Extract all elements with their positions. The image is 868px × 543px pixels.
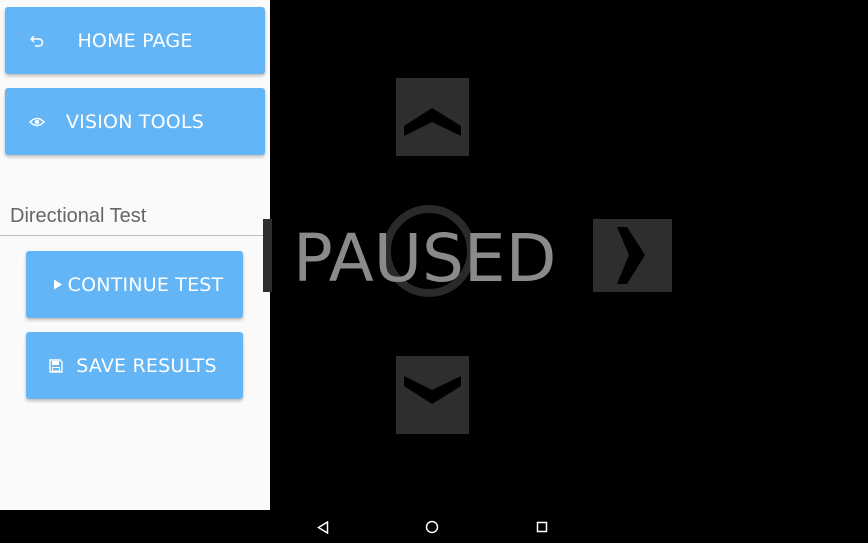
down-arrow-tile[interactable] — [396, 356, 469, 434]
section-title: Directional Test — [10, 205, 147, 227]
vision-tools-label: VISION TOOLS — [65, 110, 205, 133]
paused-overlay-text: PAUSED — [293, 220, 557, 297]
save-results-label: SAVE RESULTS — [76, 354, 217, 377]
home-circle-icon[interactable] — [423, 518, 441, 536]
eye-icon — [29, 114, 45, 130]
play-icon — [50, 277, 66, 293]
recents-square-icon[interactable] — [533, 518, 551, 536]
undo-arrow-icon — [29, 33, 45, 49]
section-divider — [0, 235, 270, 236]
back-triangle-icon[interactable] — [314, 518, 332, 536]
vision-tools-button[interactable]: VISION TOOLS — [5, 88, 265, 155]
save-results-button[interactable]: SAVE RESULTS — [26, 332, 243, 399]
chevron-up-icon — [404, 108, 461, 136]
chevron-down-icon — [404, 376, 461, 404]
navigation-drawer: HOME PAGE VISION TOOLS Directional Test … — [0, 0, 270, 510]
left-arrow-tile[interactable] — [263, 219, 272, 292]
continue-test-button[interactable]: CONTINUE TEST — [26, 251, 243, 318]
home-page-button[interactable]: HOME PAGE — [5, 7, 265, 74]
home-page-label: HOME PAGE — [77, 29, 193, 52]
system-navigation-bar — [0, 510, 868, 543]
chevron-right-icon — [617, 227, 645, 284]
right-arrow-tile[interactable] — [593, 219, 672, 292]
floppy-disk-icon — [48, 358, 64, 374]
continue-test-label: CONTINUE TEST — [67, 273, 224, 296]
up-arrow-tile[interactable] — [396, 78, 469, 156]
